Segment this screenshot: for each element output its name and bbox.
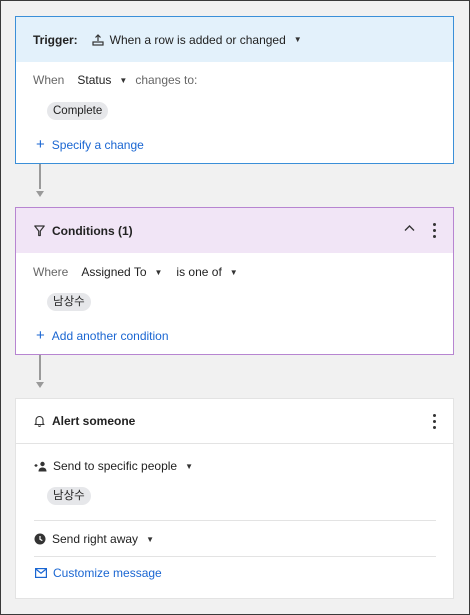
chevron-down-icon: ▼ xyxy=(146,534,154,544)
flow-connector xyxy=(39,164,41,189)
divider xyxy=(34,556,436,557)
operator-dropdown[interactable]: is one of ▼ xyxy=(176,265,237,279)
when-label: When xyxy=(33,73,65,87)
chevron-down-icon: ▼ xyxy=(119,75,128,85)
more-options-icon[interactable] xyxy=(425,220,443,240)
recipients-dropdown[interactable]: Send to specific people ▼ xyxy=(34,459,193,473)
timing-dropdown[interactable]: Send right away ▼ xyxy=(34,532,154,546)
timing-label: Send right away xyxy=(52,532,139,546)
add-person-icon xyxy=(34,461,47,472)
conditions-title: Conditions (1) xyxy=(52,223,133,238)
customize-message-link[interactable]: Customize message xyxy=(35,566,162,580)
filter-icon xyxy=(34,224,45,237)
trigger-event-dropdown[interactable]: When a row is added or changed ▼ xyxy=(92,33,302,47)
row-change-icon xyxy=(92,33,104,46)
changes-to-label: changes to: xyxy=(135,73,198,87)
column-label: Status xyxy=(77,73,112,87)
column-dropdown[interactable]: Status ▼ xyxy=(77,73,127,87)
plus-icon: + xyxy=(36,327,45,344)
add-condition-label: Add another condition xyxy=(51,329,169,343)
arrow-down-icon xyxy=(36,191,44,197)
trigger-header: Trigger: When a row is added or changed … xyxy=(16,17,453,62)
where-label: Where xyxy=(33,265,69,279)
chevron-down-icon: ▼ xyxy=(154,267,163,277)
alert-title: Alert someone xyxy=(52,414,136,428)
trigger-card: Trigger: When a row is added or changed … xyxy=(15,16,454,164)
trigger-when-row: When Status ▼ changes to: xyxy=(33,73,197,87)
status-value-chip[interactable]: Complete xyxy=(47,102,109,120)
arrow-down-icon xyxy=(36,382,44,388)
envelope-icon xyxy=(35,568,47,578)
flow-connector xyxy=(39,355,41,380)
conditions-card: Conditions (1) Where Assigned To ▼ is on… xyxy=(15,207,454,355)
alert-card: Alert someone Send to specific people ▼ … xyxy=(15,398,454,599)
specify-change-link[interactable]: + Specify a change xyxy=(36,136,144,153)
trigger-event-label: When a row is added or changed xyxy=(109,32,286,47)
conditions-header: Conditions (1) xyxy=(16,208,453,253)
chevron-down-icon: ▼ xyxy=(185,461,194,471)
customize-message-label: Customize message xyxy=(53,566,162,580)
operator-label: is one of xyxy=(176,265,222,279)
trigger-label: Trigger: xyxy=(33,32,78,47)
recipients-label: Send to specific people xyxy=(53,459,178,473)
clock-icon xyxy=(34,533,46,545)
condition-row: Where Assigned To ▼ is one of ▼ xyxy=(33,265,238,279)
chevron-down-icon: ▼ xyxy=(293,35,302,44)
add-condition-link[interactable]: + Add another condition xyxy=(36,327,169,344)
chevron-up-icon[interactable] xyxy=(404,224,415,232)
recipient-chip[interactable]: 남상수 xyxy=(47,487,91,505)
plus-icon: + xyxy=(36,136,45,153)
more-options-icon[interactable] xyxy=(425,411,443,431)
condition-value-chip[interactable]: 남상수 xyxy=(47,293,91,311)
divider xyxy=(34,520,436,521)
specify-change-label: Specify a change xyxy=(51,138,144,152)
chevron-down-icon: ▼ xyxy=(229,267,238,277)
bell-icon xyxy=(34,415,45,427)
field-dropdown[interactable]: Assigned To ▼ xyxy=(81,265,162,279)
alert-header: Alert someone xyxy=(16,399,453,444)
field-label: Assigned To xyxy=(81,265,147,279)
